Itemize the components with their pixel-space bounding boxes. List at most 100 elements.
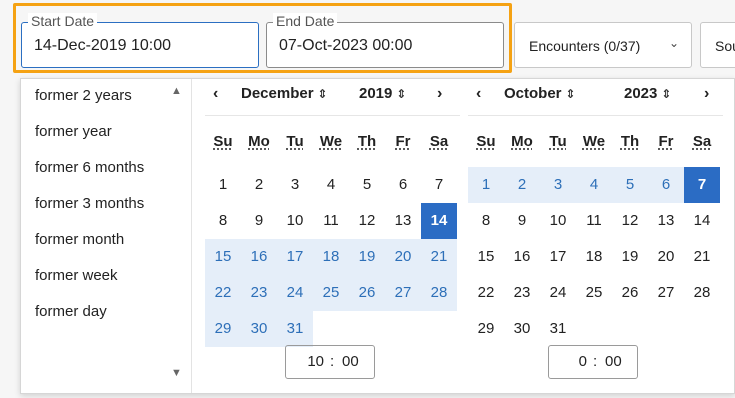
calendar-day[interactable]: 29 xyxy=(468,311,504,347)
weekday-header: Tu xyxy=(286,133,304,150)
prev-month-icon[interactable]: ‹ xyxy=(213,85,218,103)
sources-label: Sou xyxy=(715,38,735,54)
prev-month-icon[interactable]: ‹ xyxy=(476,85,481,103)
calendar-day[interactable]: 12 xyxy=(349,203,385,239)
calendar-day[interactable]: 25 xyxy=(576,275,612,311)
calendar-day[interactable]: 5 xyxy=(612,167,648,203)
calendar-day[interactable]: 2 xyxy=(504,167,540,203)
calendar-day[interactable]: 15 xyxy=(205,239,241,275)
calendar-day[interactable]: 22 xyxy=(468,275,504,311)
calendar-day[interactable]: 6 xyxy=(648,167,684,203)
calendar-day[interactable]: 1 xyxy=(205,167,241,203)
month-label: December xyxy=(241,85,314,102)
minute-field[interactable]: 00 xyxy=(342,353,359,370)
calendar-day[interactable]: 7 xyxy=(421,167,457,203)
hour-field[interactable]: 0 xyxy=(549,353,587,370)
month-select[interactable]: October ⇕ xyxy=(504,85,576,102)
calendar-day[interactable]: 9 xyxy=(504,203,540,239)
calendar-day[interactable]: 17 xyxy=(277,239,313,275)
calendar-day[interactable]: 30 xyxy=(241,311,277,347)
calendar-day[interactable]: 18 xyxy=(313,239,349,275)
calendar-day[interactable]: 26 xyxy=(349,275,385,311)
hour-field[interactable]: 10 xyxy=(286,353,324,370)
year-label: 2019 xyxy=(359,85,393,102)
month-select[interactable]: December ⇕ xyxy=(241,85,328,102)
preset-list[interactable]: ▲ former 2 years former year former 6 mo… xyxy=(21,79,192,393)
header-divider xyxy=(205,115,460,116)
calendar-day[interactable]: 23 xyxy=(241,275,277,311)
calendar-day[interactable]: 31 xyxy=(540,311,576,347)
calendar-day[interactable]: 21 xyxy=(684,239,720,275)
time-input[interactable]: 0 : 00 xyxy=(548,345,638,379)
weekday-header: Fr xyxy=(658,133,674,150)
calendar-day[interactable]: 19 xyxy=(349,239,385,275)
preset-former-month[interactable]: former month xyxy=(35,231,124,248)
year-select[interactable]: 2019 ⇕ xyxy=(359,85,406,102)
calendar-day[interactable]: 25 xyxy=(313,275,349,311)
calendar-day[interactable]: 4 xyxy=(576,167,612,203)
preset-former-2-years[interactable]: former 2 years xyxy=(35,87,132,104)
selected-day[interactable]: 14 xyxy=(421,203,457,239)
preset-former-day[interactable]: former day xyxy=(35,303,107,320)
calendar-day[interactable]: 21 xyxy=(421,239,457,275)
preset-former-6-months[interactable]: former 6 months xyxy=(35,159,144,176)
calendar-day[interactable]: 1 xyxy=(468,167,504,203)
calendar-header: ‹ December ⇕ 2019 ⇕ › xyxy=(205,79,460,109)
calendar-left: ‹ December ⇕ 2019 ⇕ › Su Mo Tu We Th Fr Sa 12345… xyxy=(205,79,460,393)
calendar-day[interactable]: 30 xyxy=(504,311,540,347)
calendar-day[interactable]: 3 xyxy=(540,167,576,203)
calendar-day[interactable]: 8 xyxy=(468,203,504,239)
calendar-day[interactable]: 23 xyxy=(504,275,540,311)
calendar-day[interactable]: 29 xyxy=(205,311,241,347)
calendar-day[interactable]: 20 xyxy=(648,239,684,275)
calendar-day[interactable]: 9 xyxy=(241,203,277,239)
next-month-icon[interactable]: › xyxy=(437,85,442,103)
calendar-day[interactable]: 28 xyxy=(684,275,720,311)
preset-former-year[interactable]: former year xyxy=(35,123,112,140)
calendar-day[interactable]: 10 xyxy=(540,203,576,239)
calendar-day[interactable]: 28 xyxy=(421,275,457,311)
scroll-down-icon[interactable]: ▼ xyxy=(171,367,182,379)
calendar-day[interactable]: 19 xyxy=(612,239,648,275)
calendar-day[interactable]: 15 xyxy=(468,239,504,275)
calendar-day[interactable]: 16 xyxy=(241,239,277,275)
calendar-day[interactable]: 5 xyxy=(349,167,385,203)
calendar-day[interactable]: 8 xyxy=(205,203,241,239)
calendar-day[interactable]: 26 xyxy=(612,275,648,311)
calendar-day[interactable]: 11 xyxy=(576,203,612,239)
calendar-day[interactable]: 24 xyxy=(540,275,576,311)
chevron-down-icon: ⌄ xyxy=(668,36,679,50)
scroll-up-icon[interactable]: ▲ xyxy=(171,85,182,97)
calendar-day[interactable]: 2 xyxy=(241,167,277,203)
minute-field[interactable]: 00 xyxy=(605,353,622,370)
calendar-day[interactable]: 11 xyxy=(313,203,349,239)
calendar-day[interactable]: 13 xyxy=(648,203,684,239)
calendar-day[interactable]: 16 xyxy=(504,239,540,275)
calendar-day[interactable]: 27 xyxy=(385,275,421,311)
time-colon: : xyxy=(330,353,335,370)
selected-day[interactable]: 7 xyxy=(684,167,720,203)
calendar-day[interactable]: 13 xyxy=(385,203,421,239)
calendar-day[interactable]: 4 xyxy=(313,167,349,203)
calendar-day[interactable]: 31 xyxy=(277,311,313,347)
calendar-day[interactable]: 3 xyxy=(277,167,313,203)
calendar-day[interactable]: 14 xyxy=(684,203,720,239)
calendar-day[interactable]: 22 xyxy=(205,275,241,311)
calendar-day[interactable]: 12 xyxy=(612,203,648,239)
encounters-dropdown-button[interactable]: Encounters (0/37) ⌄ xyxy=(514,22,692,68)
calendar-day[interactable]: 17 xyxy=(540,239,576,275)
calendar-day[interactable]: 18 xyxy=(576,239,612,275)
calendar-day[interactable]: 24 xyxy=(277,275,313,311)
year-select[interactable]: 2023 ⇕ xyxy=(624,85,671,102)
time-input[interactable]: 10 : 00 xyxy=(285,345,375,379)
calendar-day[interactable]: 6 xyxy=(385,167,421,203)
sources-dropdown-button[interactable]: Sou xyxy=(700,22,735,68)
calendar-right: ‹ October ⇕ 2023 ⇕ › Su Mo Tu We Th Fr Sa 123456… xyxy=(468,79,723,393)
calendar-day[interactable]: 10 xyxy=(277,203,313,239)
calendar-day[interactable]: 20 xyxy=(385,239,421,275)
preset-former-3-months[interactable]: former 3 months xyxy=(35,195,144,212)
preset-former-week[interactable]: former week xyxy=(35,267,118,284)
next-month-icon[interactable]: › xyxy=(704,85,709,103)
month-label: October xyxy=(504,85,562,102)
calendar-day[interactable]: 27 xyxy=(648,275,684,311)
